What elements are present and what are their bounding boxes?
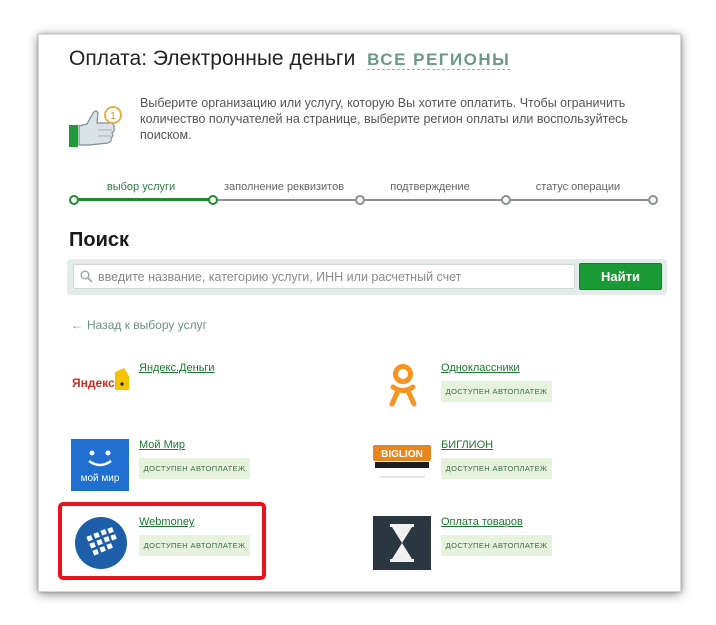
service-name[interactable]: БИГЛИОН xyxy=(441,439,493,451)
step-label-fill-details: заполнение реквизитов xyxy=(223,181,345,193)
search-input[interactable] xyxy=(73,264,575,289)
step-label-select-service: выбор услуги xyxy=(106,181,176,193)
step-dot xyxy=(501,195,511,205)
search-bar: Найти xyxy=(67,259,667,295)
payment-panel: Оплата: Электронные деньги ВСЕ РЕГИОНЫ 1… xyxy=(38,34,681,592)
biglion-logo-text: BIGLION xyxy=(381,449,423,460)
odnoklassniki-logo xyxy=(389,364,417,407)
back-link-label: Назад к выбору услуг xyxy=(87,318,207,332)
service-moy-mir[interactable]: мой мир Мой Мир доступен автоплатеж xyxy=(71,439,271,495)
service-name[interactable]: Одноклассники xyxy=(441,362,520,374)
step-dot xyxy=(69,195,79,205)
step-track xyxy=(212,199,652,201)
page-title-text: Оплата: Электронные деньги xyxy=(69,47,356,70)
step-dot xyxy=(355,195,365,205)
moy-mir-logo: мой мир xyxy=(71,439,129,491)
step-dot-current xyxy=(208,195,218,205)
autopay-badge: доступен автоплатеж xyxy=(441,458,552,479)
service-name[interactable]: Яндекс.Деньги xyxy=(139,362,215,374)
autopay-badge: доступен автоплатеж xyxy=(139,458,250,479)
highlight-box xyxy=(58,502,266,580)
search-heading: Поиск xyxy=(69,229,130,251)
arrow-left-icon: ← xyxy=(71,318,83,332)
step-dot xyxy=(648,195,658,205)
step-track-active xyxy=(73,198,212,201)
hint-badge-number: 1 xyxy=(110,111,116,122)
step-label-confirmation: подтверждение xyxy=(390,181,470,193)
service-odnoklassniki[interactable]: Одноклассники доступен автоплатеж xyxy=(373,362,573,418)
hint-text: Выберите организацию или услугу, которую… xyxy=(140,96,628,142)
moy-mir-logo-text: мой мир xyxy=(81,473,120,484)
autopay-badge: доступен автоплатеж xyxy=(441,381,552,402)
search-icon xyxy=(80,270,93,283)
service-biglion[interactable]: BIGLION БИГЛИОН доступен автоплатеж xyxy=(373,439,573,495)
page-title: Оплата: Электронные деньги ВСЕ РЕГИОНЫ xyxy=(69,47,511,71)
yandex-logo-text: Яндекс xyxy=(72,376,115,390)
thumbs-up-icon: 1 xyxy=(69,106,122,147)
biglion-logo: BIGLION xyxy=(373,445,431,478)
yandex-money-logo: Яндекс xyxy=(72,368,129,390)
service-name[interactable]: Мой Мир xyxy=(139,439,185,451)
back-to-services-link[interactable]: ← Назад к выбору услуг xyxy=(71,318,207,332)
service-yandex-money[interactable]: Яндекс Яндекс.Деньги xyxy=(71,362,271,418)
service-goods-payment[interactable]: Оплата товаров доступен автоплатеж xyxy=(373,516,573,572)
progress-stepper: выбор услуги заполнение реквизитов подтв… xyxy=(69,181,658,211)
service-name[interactable]: Оплата товаров xyxy=(441,516,523,528)
hourglass-logo xyxy=(373,516,431,570)
find-button[interactable]: Найти xyxy=(579,263,662,290)
autopay-badge: доступен автоплатеж xyxy=(441,535,552,556)
step-label-operation-status: статус операции xyxy=(535,181,621,193)
all-regions-link[interactable]: ВСЕ РЕГИОНЫ xyxy=(367,50,511,70)
